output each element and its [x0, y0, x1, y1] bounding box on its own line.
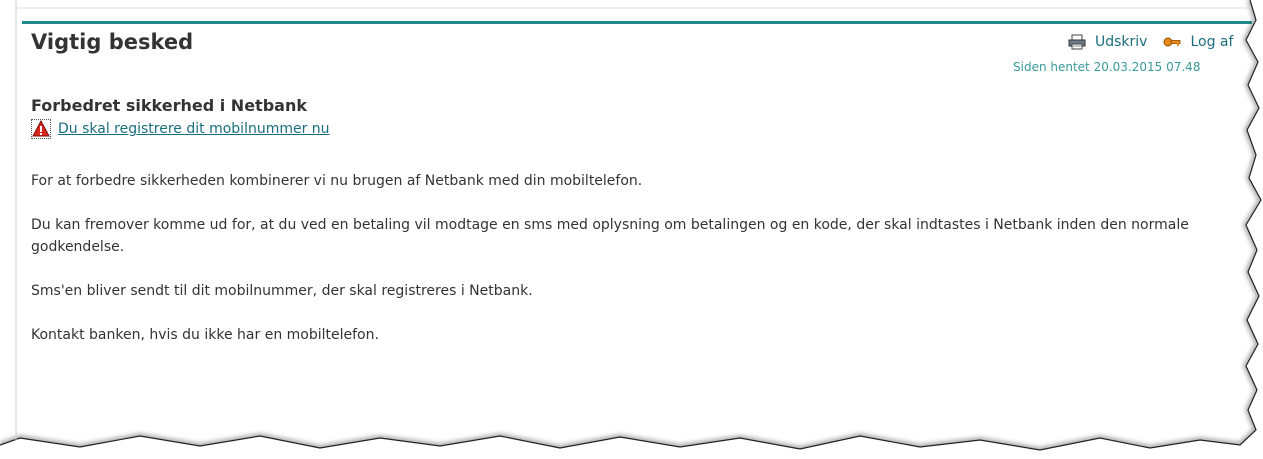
warning-icon — [31, 119, 51, 139]
header-rule — [22, 21, 1252, 24]
paragraph-1: For at forbedre sikkerheden kombinerer v… — [31, 173, 643, 189]
paragraph-3: Sms'en bliver sendt til dit mobilnummer,… — [31, 283, 533, 299]
logout-button[interactable]: Log af — [1163, 34, 1233, 50]
paragraph-4: Kontakt banken, hvis du ikke har en mobi… — [31, 327, 379, 343]
page-title: Vigtig besked — [31, 30, 194, 54]
important-message-page: Vigtig besked Udskriv Log af Siden hente… — [0, 0, 1263, 459]
section-title: Forbedret sikkerhed i Netbank — [31, 96, 307, 115]
retrieved-timestamp: Siden hentet 20.03.2015 07.48 — [1013, 60, 1201, 74]
print-label: Udskriv — [1095, 34, 1148, 50]
paragraph-2: Du kan fremover komme ud for, at du ved … — [31, 217, 1189, 255]
key-icon — [1163, 34, 1181, 50]
warning-row: Du skal registrere dit mobilnummer nu — [31, 119, 330, 139]
print-button[interactable]: Udskriv — [1068, 34, 1147, 50]
printer-icon — [1068, 34, 1086, 50]
logout-label: Log af — [1190, 34, 1234, 50]
register-mobile-link[interactable]: Du skal registrere dit mobilnummer nu — [58, 121, 330, 137]
toolbar: Udskriv Log af — [1068, 34, 1249, 50]
